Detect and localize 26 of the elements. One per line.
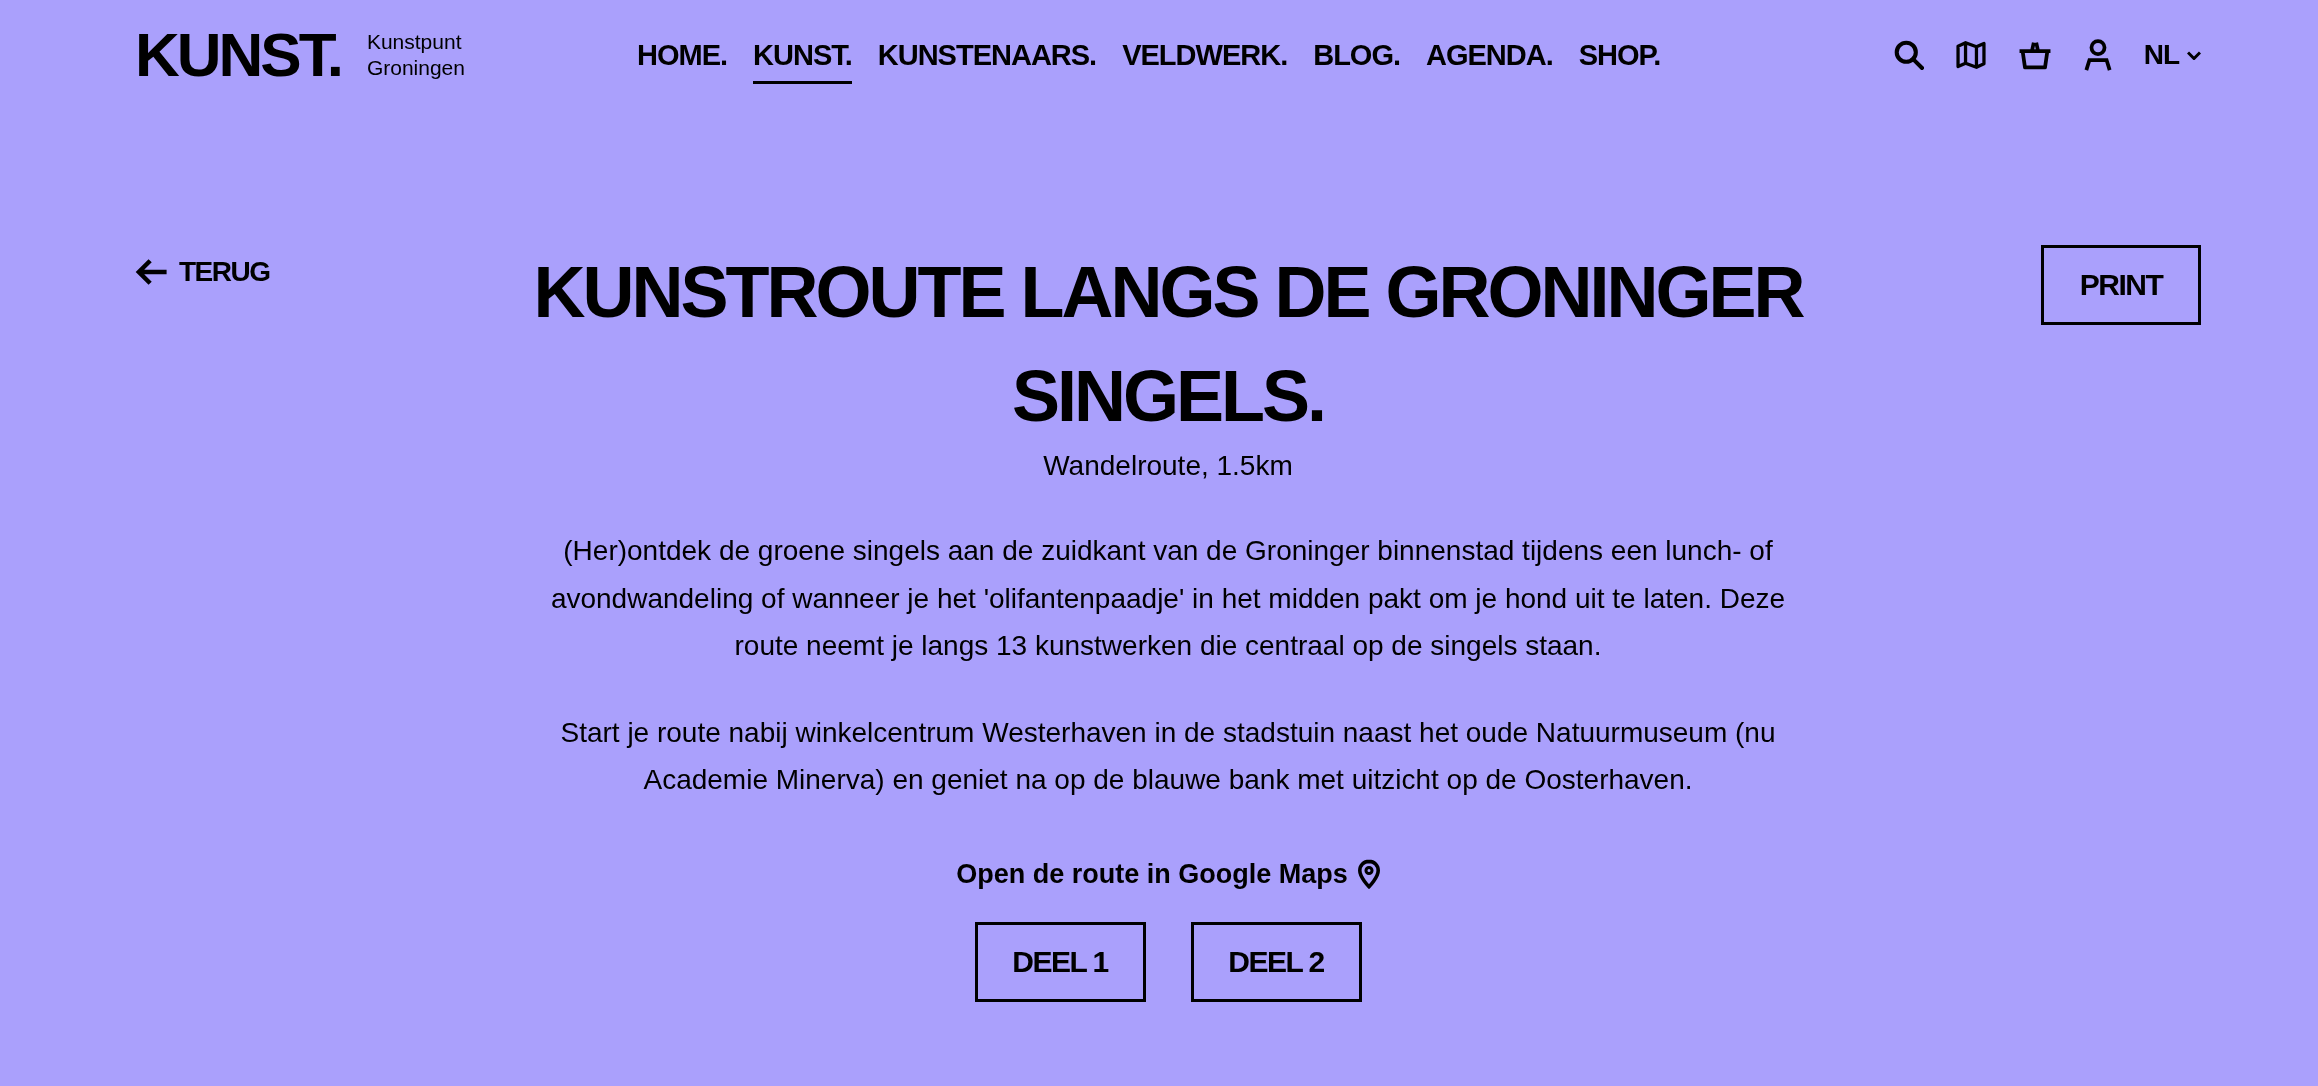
page-title: KUNSTROUTE LANGS DE GRONINGER SINGELS. xyxy=(532,251,1805,438)
nav-link[interactable]: KUNSTENAARS. xyxy=(877,26,1097,84)
nav-link[interactable]: BLOG. xyxy=(1313,26,1401,84)
intro-paragraph: (Her)ontdek de groene singels aan de zuidkant van de Groninger binnenstad tijdens een lunch- of avondwandeling of wanneer je het 'olifantenpaadje' in het midden pakt om je hond uit te laten. Deze route neemt je langs 13 kunstwerken die centraal op de singels staan. xyxy=(549,534,1787,663)
back-link[interactable]: TERUG xyxy=(135,258,270,286)
print-button[interactable]: PRINT xyxy=(2041,245,2201,325)
language-button[interactable]: NL xyxy=(2143,41,2201,69)
logo-wordmark[interactable]: KUNST. xyxy=(135,24,341,86)
nav-link[interactable]: AGENDA. xyxy=(1426,26,1553,84)
intro-paragraph: Start je route nabij winkelcentrum Westerhaven in de stadstuin naast het oude Natuurmuseum (nu Academie Minerva) en geniet na op de blauwe bank met uitzicht op de Oosterhaven. xyxy=(559,715,1777,797)
basket-icon[interactable] xyxy=(2017,40,2052,70)
arrow-left-icon xyxy=(135,259,167,285)
map-pin-icon xyxy=(1357,858,1380,889)
route-part-button[interactable]: DEEL 2 xyxy=(1190,921,1362,1002)
nav-link[interactable]: VELDWERK. xyxy=(1122,26,1288,84)
route-part-button[interactable]: DEEL 1 xyxy=(974,921,1146,1002)
map-icon[interactable] xyxy=(1955,40,1986,70)
chevron-down-icon xyxy=(2187,50,2201,60)
route-subtitle: Wandelroute, 1.5km xyxy=(1043,449,1293,483)
search-icon[interactable] xyxy=(1893,40,1924,70)
logo-tagline: Kunstpunt Groningen xyxy=(366,29,465,81)
google-maps-link[interactable]: Open de route in Google Maps xyxy=(956,855,1380,892)
nav-link[interactable]: HOME. xyxy=(637,26,728,84)
nav-link[interactable]: KUNST. xyxy=(753,26,852,84)
nav-link[interactable]: SHOP. xyxy=(1578,26,1661,84)
user-icon[interactable] xyxy=(2083,39,2112,71)
